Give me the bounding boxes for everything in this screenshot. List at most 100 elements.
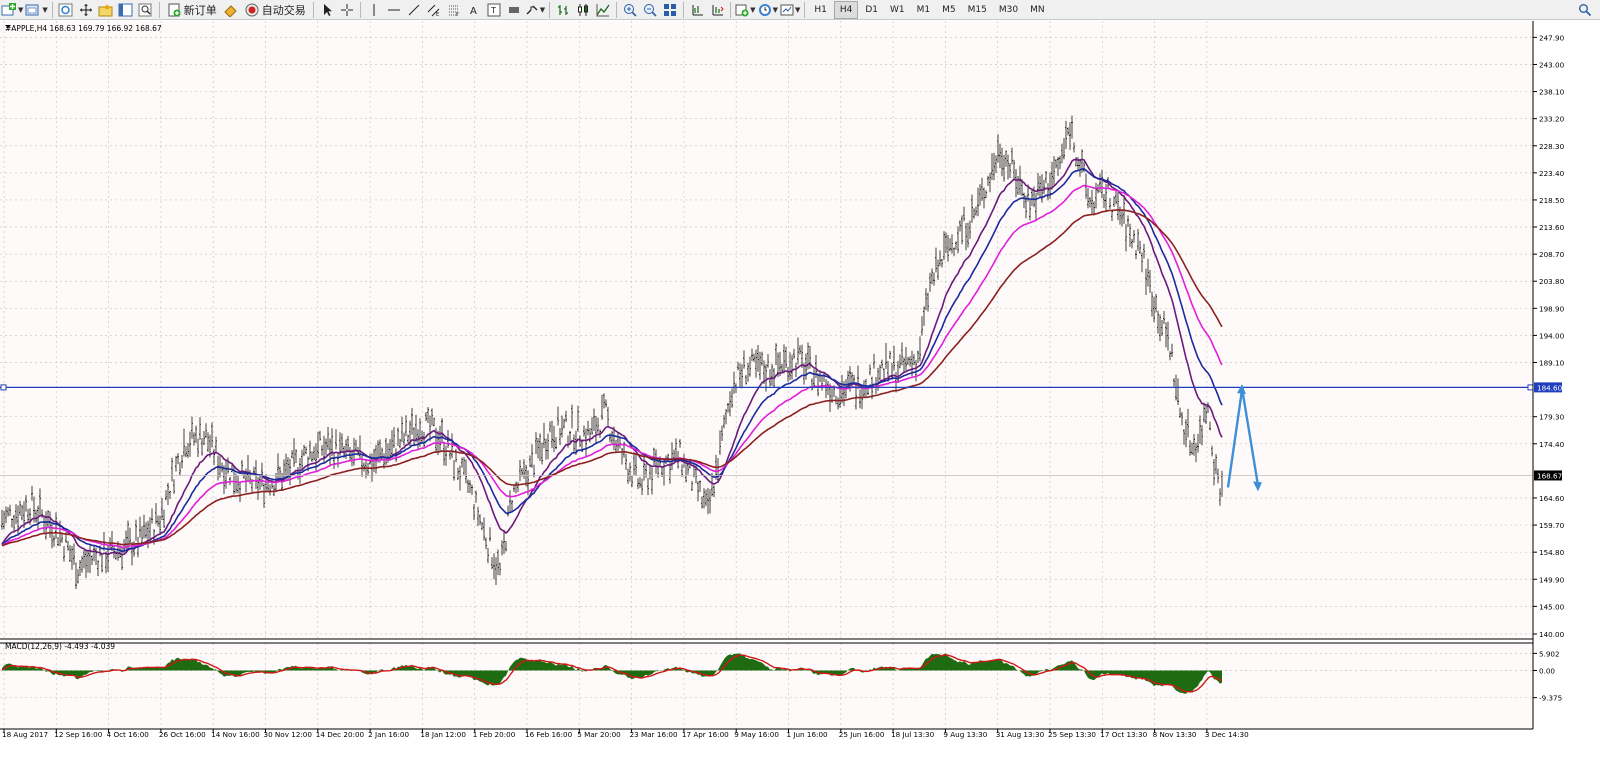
current-price-label: 168.67	[1537, 471, 1562, 480]
line-chart-button[interactable]	[594, 1, 612, 19]
arrows-tool[interactable]: ▼	[525, 1, 545, 19]
date-label: 14 Nov 16:00	[211, 730, 260, 739]
macd-subwindow[interactable]	[0, 643, 1533, 729]
star-folder-icon	[98, 3, 113, 16]
horizontal-line-tool[interactable]	[385, 1, 403, 19]
trendline-tool[interactable]	[405, 1, 423, 19]
data-window-button[interactable]	[77, 1, 95, 19]
auto-scroll-icon	[712, 4, 724, 15]
search-button[interactable]	[1578, 2, 1592, 21]
text-tool[interactable]: A	[465, 1, 483, 19]
price-label: 174.40	[1539, 440, 1565, 449]
zoom-in-button[interactable]	[621, 1, 639, 19]
cursor-arrow-icon	[323, 3, 332, 16]
date-label: 17 Oct 13:30	[1100, 730, 1147, 739]
bar-chart-button[interactable]	[554, 1, 572, 19]
market-watch-icon	[58, 3, 73, 16]
toolbar-separator	[359, 1, 361, 18]
price-label: 233.20	[1539, 115, 1565, 124]
chart-shift-icon	[692, 4, 704, 15]
timeframe-m5-button[interactable]: M5	[937, 1, 961, 19]
new-order-button[interactable]: 新订单	[164, 1, 220, 19]
cursor-tool[interactable]	[318, 1, 336, 19]
market-watch-button[interactable]	[57, 1, 75, 19]
price-label: 198.90	[1539, 304, 1565, 313]
macd-label: -9.375	[1539, 694, 1562, 703]
toolbar-separator	[312, 1, 314, 18]
new-order-label: 新订单	[183, 3, 217, 17]
date-label: 25 Sep 13:30	[1048, 730, 1096, 739]
auto-trading-button[interactable]: 自动交易	[242, 1, 309, 19]
macd-info: MACD(12,26,9) -4.493 -4.039	[5, 642, 115, 651]
periods-button[interactable]: ▼	[758, 1, 778, 19]
indicators-icon	[735, 4, 749, 16]
date-label: 18 Jan 12:00	[420, 730, 466, 739]
line-handle-left	[0, 384, 7, 391]
new-chart-button[interactable]: ▼	[1, 1, 23, 19]
indicators-button[interactable]: ▼	[735, 1, 756, 19]
magnifier-chart-icon	[138, 3, 152, 16]
toolbar-separator	[51, 1, 53, 18]
timeframe-mn-button[interactable]: MN	[1025, 1, 1050, 19]
toolbar-separator	[158, 1, 160, 18]
navigator-button[interactable]	[97, 1, 115, 19]
zoom-out-button[interactable]	[641, 1, 659, 19]
tile-windows-button[interactable]	[661, 1, 679, 19]
new-order-icon	[168, 3, 181, 16]
metaeditor-button[interactable]	[222, 1, 240, 19]
terminal-icon	[118, 3, 133, 16]
text-label-icon: T	[487, 3, 501, 16]
timeframe-w1-button[interactable]: W1	[885, 1, 910, 19]
date-label: 2 Jan 16:00	[368, 730, 409, 739]
timeframe-bar: H1 H4 D1 W1 M1 M5 M15 M30 MN	[808, 0, 1050, 19]
equidistant-channel-icon: E	[427, 4, 440, 17]
date-label: 9 Aug 13:30	[943, 730, 987, 739]
crosshair-tool[interactable]	[338, 1, 356, 19]
macd-label: 0.00	[1539, 667, 1555, 676]
timeframe-d1-button[interactable]: D1	[860, 1, 883, 19]
price-label: 228.30	[1539, 142, 1565, 151]
svg-text:T: T	[490, 6, 496, 15]
chart-window[interactable]: 184.60 168.67 18 Aug 2017 12 Sep 16:00 4 Oc…	[0, 21, 1600, 759]
timeframe-m15-button[interactable]: M15	[963, 1, 992, 19]
date-label: 18 Aug 2017	[2, 730, 48, 739]
templates-icon	[780, 4, 794, 15]
price-label: 179.30	[1539, 413, 1565, 422]
chart-shift-button[interactable]	[688, 1, 706, 19]
timeframe-h4-button[interactable]: H4	[833, 0, 859, 19]
timeframe-h1-button[interactable]: H1	[809, 1, 832, 19]
main-chart-area[interactable]	[0, 21, 1533, 639]
price-label: 218.50	[1539, 196, 1565, 205]
rectangle-icon	[508, 6, 519, 13]
auto-scroll-button[interactable]	[708, 1, 726, 19]
svg-text:F: F	[456, 12, 459, 17]
templates-button[interactable]: ▼	[780, 1, 800, 19]
candlestick-chart-button[interactable]	[574, 1, 592, 19]
profiles-button[interactable]: ▼	[25, 1, 48, 19]
channel-tool[interactable]: E	[425, 1, 443, 19]
price-label: 189.10	[1539, 359, 1565, 368]
price-label: 213.60	[1539, 223, 1565, 232]
horizontal-line-icon	[387, 9, 400, 10]
hline-price-label: 184.60	[1537, 383, 1563, 392]
date-label: 5 Mar 20:00	[577, 730, 621, 739]
text-label-tool[interactable]: T	[485, 1, 503, 19]
auto-trading-icon	[245, 3, 259, 16]
timeframe-m30-button[interactable]: M30	[994, 1, 1023, 19]
clock-icon	[758, 3, 771, 16]
crosshair-move-icon	[79, 3, 92, 16]
trendline-icon	[408, 4, 420, 15]
rectangle-tool[interactable]	[505, 1, 523, 19]
price-label: 194.00	[1539, 331, 1565, 340]
fibonacci-tool[interactable]: F	[445, 1, 463, 19]
vertical-line-tool[interactable]	[365, 1, 383, 19]
strategy-tester-button[interactable]	[137, 1, 155, 19]
terminal-button[interactable]	[117, 1, 135, 19]
svg-text:E: E	[436, 12, 439, 17]
timeframe-m1-button[interactable]: M1	[912, 1, 936, 19]
new-chart-icon	[1, 2, 16, 15]
price-label: 208.70	[1539, 250, 1565, 259]
symbol-info: #APPLE,H4 168.63 169.79 166.92 168.67	[5, 24, 162, 33]
date-label: 8 Nov 13:30	[1153, 730, 1197, 739]
date-label: 9 May 16:00	[734, 730, 779, 739]
